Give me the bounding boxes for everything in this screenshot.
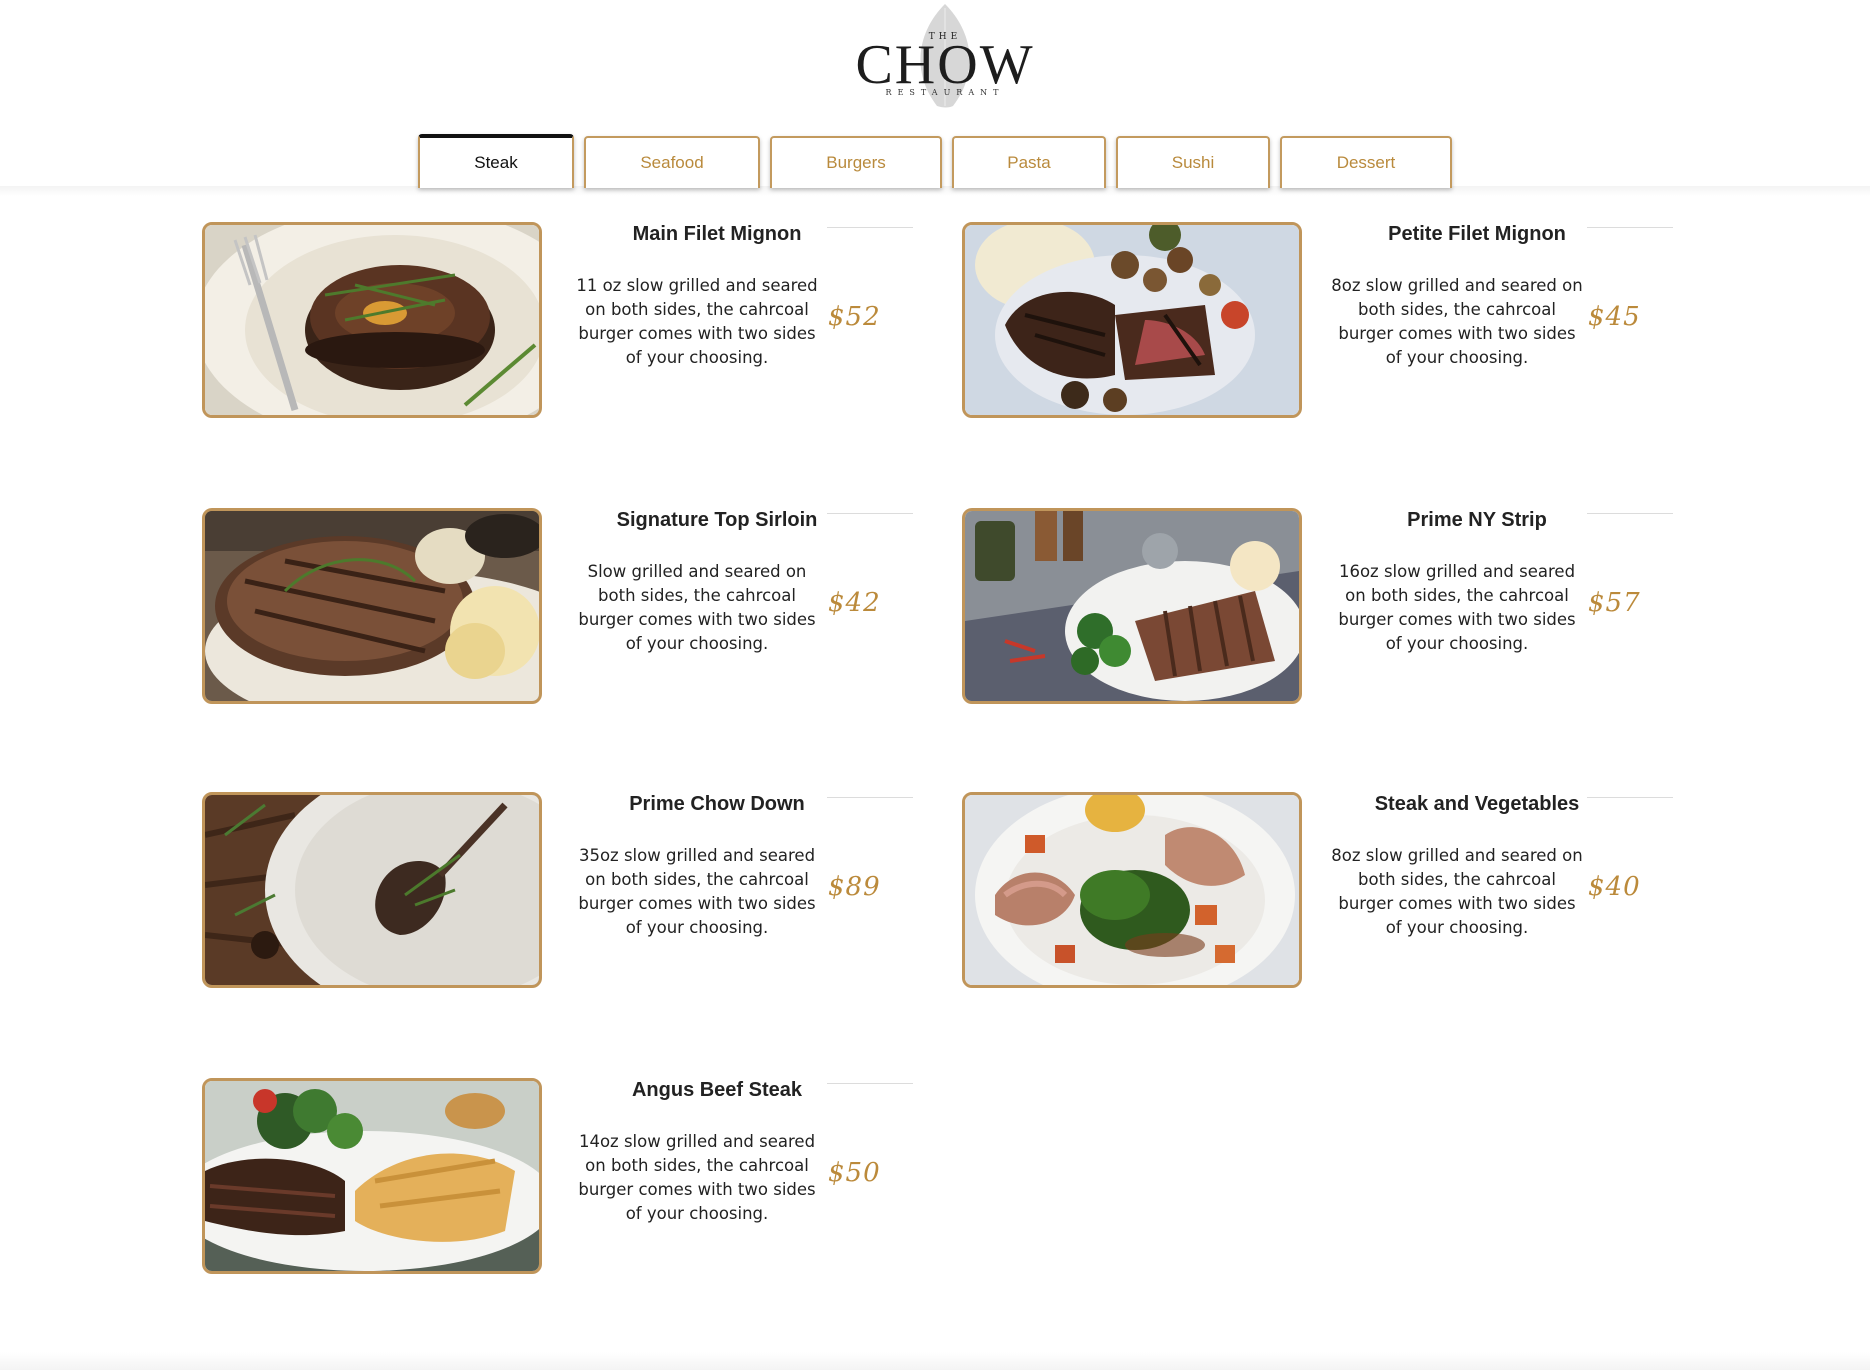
tab-steak[interactable]: Steak [418, 134, 574, 188]
dish-description: 35oz slow grilled and seared on both sid… [578, 846, 816, 937]
menu-item: Angus Beef Steak 14oz slow grilled and s… [202, 1078, 962, 1278]
divider-line [827, 797, 913, 798]
dish-description: 8oz slow grilled and seared on both side… [1331, 276, 1583, 367]
dish-name: Main Filet Mignon [632, 223, 802, 245]
tab-sushi[interactable]: Sushi [1116, 136, 1270, 188]
strip-steak-plate-photo [962, 508, 1302, 704]
dish-name: Steak and Vegetables [1374, 793, 1580, 815]
dish-name: Signature Top Sirloin [616, 509, 818, 531]
filet-steak-photo [202, 222, 542, 418]
dish-price: $40 [1588, 872, 1641, 902]
footer-shadow [0, 1352, 1870, 1370]
divider-line [827, 227, 913, 228]
divider-line [1587, 797, 1673, 798]
dish-name: Prime Chow Down [629, 793, 805, 815]
divider-line [827, 513, 913, 514]
divider-line [1587, 513, 1673, 514]
tab-seafood[interactable]: Seafood [584, 136, 760, 188]
steak-vegetables-photo [962, 792, 1302, 988]
menu-item: Signature Top Sirloin Slow grilled and s… [202, 508, 962, 708]
dish-name: Angus Beef Steak [631, 1079, 803, 1101]
sliced-steak-mushrooms-photo [962, 222, 1302, 418]
angus-steak-bread-photo [202, 1078, 542, 1274]
logo-name-text: CHOW [855, 34, 1035, 96]
dish-description: 11 oz slow grilled and seared on both si… [576, 276, 818, 367]
sirloin-potatoes-photo [202, 508, 542, 704]
menu-item: Petite Filet Mignon 8oz slow grilled and… [962, 222, 1722, 422]
tab-pasta[interactable]: Pasta [952, 136, 1106, 188]
menu-item: Main Filet Mignon 11 oz slow grilled and… [202, 222, 962, 422]
menu-item: Prime Chow Down 35oz slow grilled and se… [202, 792, 962, 992]
dish-description: 14oz slow grilled and seared on both sid… [578, 1132, 816, 1223]
dish-price: $89 [828, 872, 881, 902]
tab-dessert[interactable]: Dessert [1280, 136, 1452, 188]
divider-line [827, 1083, 913, 1084]
tomahawk-plate-photo [202, 792, 542, 988]
dish-description: Slow grilled and seared on both sides, t… [578, 562, 816, 653]
dish-name: Prime NY Strip [1407, 509, 1547, 531]
restaurant-logo[interactable]: THE CHOW RESTAURANT [845, 0, 1045, 110]
divider-line [1587, 227, 1673, 228]
menu-item: Steak and Vegetables 8oz slow grilled an… [962, 792, 1722, 992]
tab-burgers[interactable]: Burgers [770, 136, 942, 188]
dish-price: $50 [828, 1158, 881, 1188]
logo-subtitle-text: RESTAURANT [885, 88, 1005, 97]
dish-name: Petite Filet Mignon [1388, 223, 1566, 245]
dish-price: $42 [828, 588, 881, 618]
menu-item: Prime NY Strip 16oz slow grilled and sea… [962, 508, 1722, 708]
dish-description: 8oz slow grilled and seared on both side… [1331, 846, 1583, 937]
dish-description: 16oz slow grilled and seared on both sid… [1338, 562, 1576, 653]
dish-price: $57 [1588, 588, 1641, 618]
category-tabs: Steak Seafood Burgers Pasta Sushi Desser… [0, 134, 1870, 188]
dish-price: $52 [828, 302, 881, 332]
dish-price: $45 [1588, 302, 1641, 332]
